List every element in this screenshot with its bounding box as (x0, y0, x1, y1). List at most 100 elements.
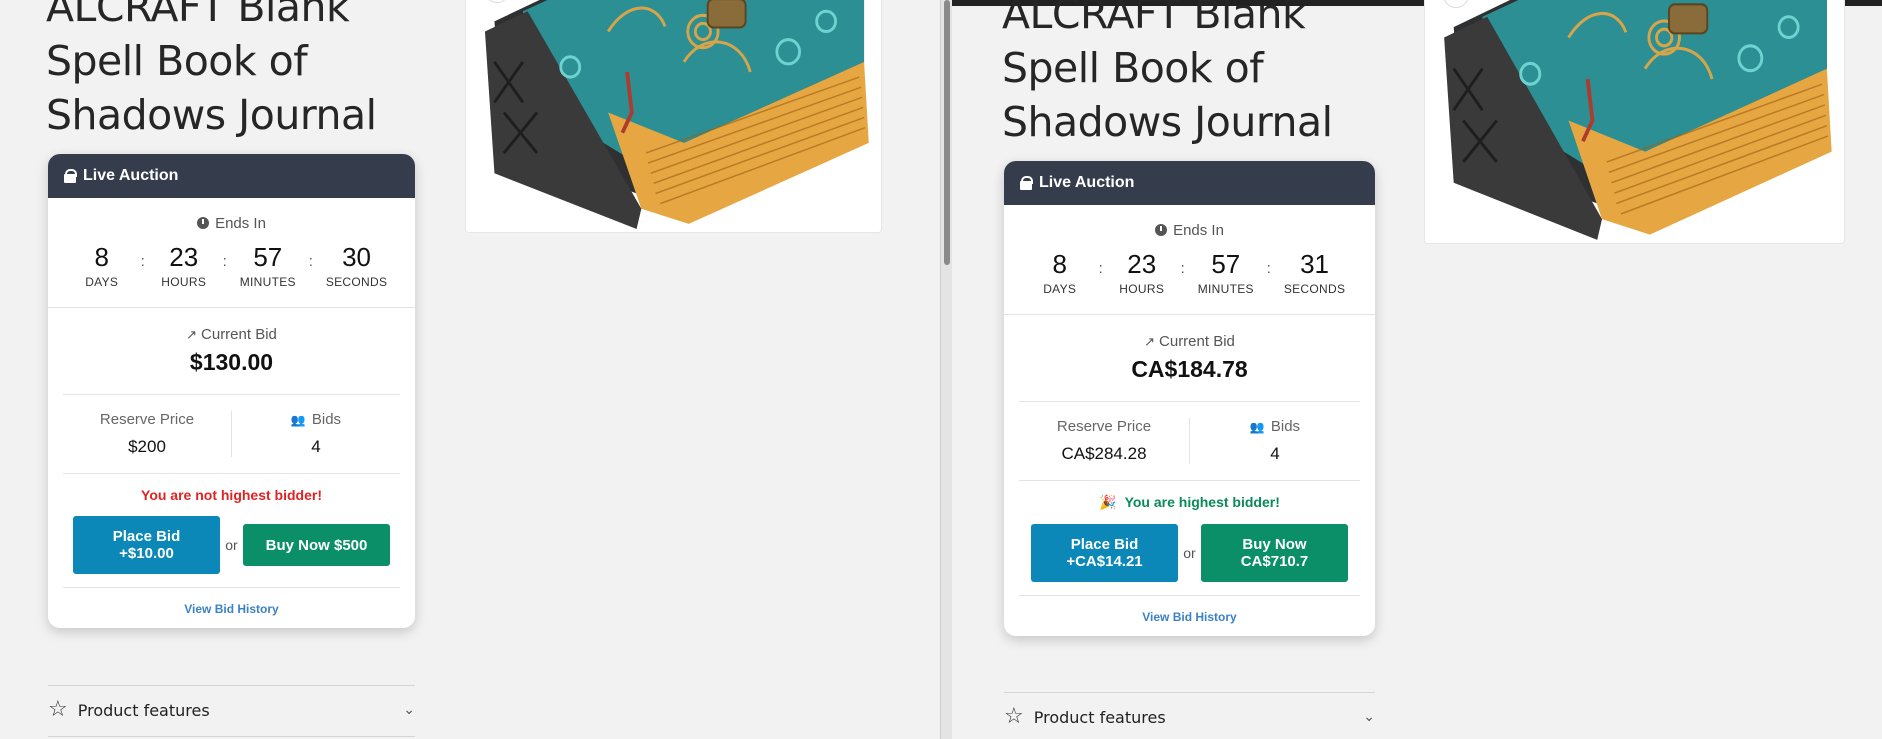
product-features-accordion[interactable]: ☆ Product features ⌄ (48, 685, 415, 722)
countdown-days: 8 DAYS (1034, 249, 1086, 296)
reserve-price: Reserve Price CA$284.28 (1019, 418, 1189, 464)
countdown-days: 8 DAYS (76, 242, 128, 289)
place-bid-button[interactable]: Place Bid +$10.00 (73, 516, 220, 574)
product-title: ALCRAFT Blank Spell Book of Shadows Jour… (1002, 0, 1333, 149)
countdown-minutes: 57 MINUTES (240, 242, 296, 289)
bidder-status: 🎉 You are highest bidder! (1004, 494, 1375, 511)
countdown-label: SECONDS (1283, 282, 1346, 296)
title-line: ALCRAFT Blank (1002, 0, 1306, 38)
countdown-seconds: 31 SECONDS (1284, 249, 1345, 296)
buy-now-button[interactable]: Buy Now CA$710.7 (1201, 524, 1348, 582)
view-bid-history-link[interactable]: View Bid History (48, 588, 415, 628)
countdown-separator: : (1098, 260, 1103, 277)
reserve-price-value: $200 (128, 437, 166, 456)
current-bid-label: Current Bid (201, 326, 277, 343)
or-label: or (1183, 545, 1196, 561)
product-image[interactable]: ⌕ (1424, 0, 1845, 244)
countdown: 8 DAYS : 23 HOURS : 57 MINUTES : 30 SECO… (48, 242, 415, 289)
reserve-price: Reserve Price $200 (63, 411, 231, 457)
chevron-down-icon: ⌄ (403, 702, 415, 718)
buy-now-price: CA$710.7 (1240, 553, 1309, 570)
current-bid-value: $130.00 (189, 349, 274, 375)
bids-count: 👥 Bids 4 (1189, 418, 1360, 464)
product-features-row[interactable]: ☆ Product features ⌄ (1004, 693, 1375, 729)
scrollbar-thumb[interactable] (944, 0, 950, 265)
current-bid-heading: ↗ Current Bid (48, 326, 415, 343)
pane-splitter[interactable] (940, 0, 954, 739)
place-bid-label: Place Bid (1070, 536, 1139, 553)
current-bid-value: CA$184.78 (1131, 356, 1248, 382)
bidder-status-label: You are highest bidder! (1124, 494, 1280, 510)
countdown-label: MINUTES (239, 275, 296, 289)
view-bid-history-link[interactable]: View Bid History (1004, 596, 1375, 636)
countdown-value: 57 (1211, 249, 1241, 279)
product-features-accordion[interactable]: ☆ Product features ⌄ (1004, 692, 1375, 729)
bid-actions: Place Bid +$10.00 or Buy Now $500 (48, 516, 415, 574)
countdown-label: HOURS (1119, 282, 1165, 296)
countdown-value: 30 (342, 242, 372, 272)
title-line: Shadows Journal (1002, 98, 1333, 146)
current-bid-label: Current Bid (1159, 333, 1235, 350)
countdown-value: 57 (253, 242, 283, 272)
reserve-price-value: CA$284.28 (1061, 444, 1147, 463)
countdown-separator: : (1266, 260, 1271, 277)
buy-now-button[interactable]: Buy Now $500 (243, 524, 390, 566)
auction-header: Live Auction (48, 154, 415, 198)
current-bid-section: ↗ Current Bid CA$184.78 (1004, 315, 1375, 383)
divider (48, 736, 415, 737)
countdown-separator: : (308, 253, 313, 270)
clock-icon (197, 217, 210, 229)
countdown-label: DAYS (85, 275, 119, 289)
bids-value: 4 (1270, 444, 1280, 463)
lock-icon (1020, 176, 1033, 190)
users-icon: 👥 (290, 413, 306, 427)
or-label: or (225, 537, 238, 553)
countdown-label: SECONDS (325, 275, 388, 289)
bid-actions: Place Bid +CA$14.21 or Buy Now CA$710.7 (1004, 524, 1375, 582)
star-icon: ☆ (1004, 704, 1024, 729)
reserve-price-label: Reserve Price (99, 411, 195, 428)
countdown: 8 DAYS : 23 HOURS : 57 MINUTES : 31 SECO… (1004, 249, 1375, 296)
countdown-value: 23 (169, 242, 199, 272)
party-icon: 🎉 (1099, 494, 1117, 510)
countdown-label: MINUTES (1197, 282, 1254, 296)
trending-up-icon: ↗ (186, 327, 198, 342)
auction-card: Live Auction Ends In 8 DAYS : 23 HOURS :… (1004, 161, 1375, 636)
countdown-seconds: 30 SECONDS (326, 242, 387, 289)
lock-icon (64, 169, 77, 183)
divider (1019, 480, 1360, 481)
product-title: ALCRAFT Blank Spell Book of Shadows Jour… (46, 0, 377, 142)
current-bid-section: ↗ Current Bid $130.00 (48, 308, 415, 376)
bids-heading: 👥 Bids (1190, 418, 1360, 435)
current-bid-heading: ↗ Current Bid (1004, 333, 1375, 350)
trending-up-icon: ↗ (1144, 334, 1156, 349)
countdown-value: 8 (94, 242, 109, 272)
product-image[interactable]: ⌕ (465, 0, 882, 233)
star-icon: ☆ (48, 697, 68, 722)
ends-in: Ends In (48, 215, 415, 232)
right-pane: ALCRAFT Blank Spell Book of Shadows Jour… (952, 0, 1882, 739)
countdown-value: 31 (1300, 249, 1330, 279)
clock-icon (1155, 224, 1168, 236)
bids-label: Bids (1270, 418, 1301, 435)
buy-now-label: Buy Now (1242, 536, 1307, 553)
bids-count: 👥 Bids 4 (231, 411, 400, 457)
product-features-row[interactable]: ☆ Product features ⌄ (48, 686, 415, 722)
countdown-value: 23 (1127, 249, 1157, 279)
place-bid-increment: +CA$14.21 (1066, 553, 1143, 570)
countdown-separator: : (1180, 260, 1185, 277)
ends-in-label: Ends In (215, 215, 266, 232)
place-bid-button[interactable]: Place Bid +CA$14.21 (1031, 524, 1178, 582)
bidder-status: You are not highest bidder! (141, 487, 322, 503)
book-image (466, 0, 882, 233)
countdown-label: HOURS (161, 275, 207, 289)
product-features-label: Product features (1033, 707, 1166, 727)
left-pane: ALCRAFT Blank Spell Book of Shadows Jour… (0, 0, 940, 739)
countdown-hours: 23 HOURS (158, 242, 210, 289)
title-line: Shadows Journal (46, 91, 377, 139)
countdown-minutes: 57 MINUTES (1198, 249, 1254, 296)
users-icon: 👥 (1249, 420, 1265, 434)
countdown-separator: : (222, 253, 227, 270)
place-bid-increment: +$10.00 (119, 545, 174, 562)
auction-stats: Reserve Price CA$284.28 👥 Bids 4 (1019, 402, 1360, 480)
